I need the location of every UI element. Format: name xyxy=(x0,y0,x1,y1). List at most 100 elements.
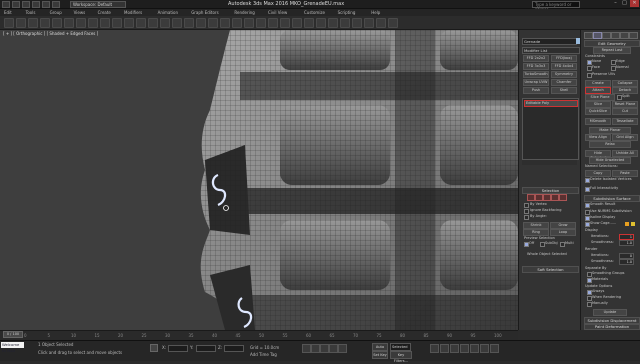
mirror-icon[interactable] xyxy=(268,18,278,28)
lock-selection-icon[interactable] xyxy=(150,344,158,352)
menu-item-edit[interactable]: Edit xyxy=(4,9,12,16)
previous-frame-icon[interactable] xyxy=(311,344,320,353)
grow-button[interactable]: Grow xyxy=(550,222,576,229)
go-to-end-icon[interactable] xyxy=(338,344,347,353)
subdivision-displacement-rollout[interactable]: Subdivision Displacement xyxy=(584,317,640,324)
keyboard-shortcut-override-icon[interactable] xyxy=(196,18,206,28)
y-coordinate-field[interactable] xyxy=(196,345,216,352)
repeat-last-button[interactable]: Repeat Last xyxy=(593,47,631,54)
menu-item-animation[interactable]: Animation xyxy=(158,9,178,16)
angle-snap-icon[interactable] xyxy=(220,18,230,28)
percent-snap-icon[interactable] xyxy=(232,18,242,28)
undo-icon[interactable] xyxy=(4,18,14,28)
use-pivot-center-icon[interactable] xyxy=(172,18,182,28)
modifier-button-ffd-3x3x3[interactable]: FFD 3x3x3 xyxy=(523,63,549,70)
toggle-layer-explorer-icon[interactable] xyxy=(304,18,314,28)
display-smoothness-input[interactable]: 1.0 xyxy=(619,240,634,246)
modifier-list-dropdown[interactable]: Modifier List xyxy=(522,47,580,54)
element-mode-icon[interactable] xyxy=(559,194,567,201)
x-coordinate-field[interactable] xyxy=(168,345,188,352)
menu-item-create[interactable]: Create xyxy=(98,9,111,16)
unlink-icon[interactable] xyxy=(40,18,50,28)
save-file-icon[interactable] xyxy=(32,1,40,8)
border-mode-icon[interactable] xyxy=(543,194,551,201)
hide-selected-button[interactable]: Hide Selected xyxy=(585,150,611,160)
zoom-icon[interactable] xyxy=(430,344,439,353)
edit-geometry-rollout[interactable]: Edit Geometry xyxy=(584,40,640,47)
undo-icon[interactable] xyxy=(42,1,50,8)
bind-space-warp-icon[interactable] xyxy=(52,18,62,28)
select-and-rotate-icon[interactable] xyxy=(136,18,146,28)
snaps-toggle-icon[interactable] xyxy=(208,18,218,28)
field-of-view-icon[interactable] xyxy=(460,344,469,353)
modifier-button-ffd-4x4x4[interactable]: FFD 4x4x4 xyxy=(551,63,577,70)
msmooth-button[interactable]: MSmooth xyxy=(585,118,611,125)
play-icon[interactable] xyxy=(320,344,329,353)
maximize-viewport-icon[interactable] xyxy=(490,344,499,353)
display-tab-icon[interactable] xyxy=(620,32,629,39)
app-menu-icon[interactable] xyxy=(2,1,10,8)
view-align-button[interactable]: View Align xyxy=(585,134,611,141)
grid-align-button[interactable]: Grid Align xyxy=(612,134,638,141)
utilities-tab-icon[interactable] xyxy=(629,32,638,39)
menu-item-scripting[interactable]: Scripting xyxy=(338,9,356,16)
spinner-snap-icon[interactable] xyxy=(244,18,254,28)
curve-editor-icon[interactable] xyxy=(328,18,338,28)
modifier-button-chamfer[interactable]: Chamfer xyxy=(551,79,577,86)
open-file-icon[interactable] xyxy=(22,1,30,8)
motion-tab-icon[interactable] xyxy=(611,32,620,39)
copy-button[interactable]: Copy xyxy=(585,170,611,177)
update-button[interactable]: Update xyxy=(593,309,627,316)
time-slider[interactable]: 0 / 100 xyxy=(3,331,23,338)
viewport-label[interactable]: [ + ] [ Orthographic ] [ Shaded + Edged … xyxy=(3,31,98,36)
loop-button[interactable]: Loop xyxy=(550,229,576,236)
render-setup-icon[interactable] xyxy=(364,18,374,28)
search-input[interactable]: Type a keyword or phrase xyxy=(532,1,580,12)
stack-item-editable-poly[interactable]: Editable Poly xyxy=(524,100,578,107)
link-icon[interactable] xyxy=(28,18,38,28)
rectangular-selection-icon[interactable] xyxy=(100,18,110,28)
cage-color-swatch-1[interactable] xyxy=(625,222,629,226)
select-object-icon[interactable] xyxy=(76,18,86,28)
object-name-field[interactable]: Grenade xyxy=(522,38,577,45)
next-frame-icon[interactable] xyxy=(329,344,338,353)
paste-button[interactable]: Paste xyxy=(612,170,638,177)
add-time-tag[interactable]: Add Time Tag xyxy=(250,352,277,357)
menu-item-views[interactable]: Views xyxy=(74,9,86,16)
menu-item-tools[interactable]: Tools xyxy=(26,9,36,16)
key-filters-button[interactable]: Key Filters... xyxy=(390,351,412,363)
modifier-button-ffd-2x2x2[interactable]: FFD 2x2x2 xyxy=(523,55,549,62)
ignore-backfacing-checkbox[interactable] xyxy=(524,209,529,214)
modifier-button-symmetry[interactable]: Symmetry xyxy=(551,71,577,78)
menu-item-help[interactable]: Help xyxy=(371,9,380,16)
select-and-manipulate-icon[interactable] xyxy=(184,18,194,28)
modifier-stack[interactable]: Editable Poly xyxy=(522,98,579,160)
vertex-mode-icon[interactable] xyxy=(527,194,535,201)
modifier-button-ffd-box-[interactable]: FFD(box) xyxy=(551,55,577,62)
key-mode-dropdown[interactable]: Selected xyxy=(390,343,411,351)
menu-item-customize[interactable]: Customize xyxy=(304,9,325,16)
select-and-move-icon[interactable] xyxy=(124,18,134,28)
reference-coordinate-icon[interactable] xyxy=(160,18,170,28)
render-smoothness-input[interactable]: 1.0 xyxy=(619,259,634,265)
quickslice-button[interactable]: QuickSlice xyxy=(585,108,611,115)
pan-icon[interactable] xyxy=(470,344,479,353)
viewport[interactable]: [ + ] [ Orthographic ] [ Shaded + Edged … xyxy=(0,30,518,330)
modifier-button-unwrap-uvw[interactable]: Unwrap UVW xyxy=(523,79,549,86)
z-coordinate-field[interactable] xyxy=(224,345,244,352)
auto-key-button[interactable]: Auto Key xyxy=(372,343,388,355)
slice-button[interactable]: Slice xyxy=(585,101,611,108)
unhide-all-button[interactable]: Unhide All xyxy=(612,150,638,157)
make-planar-button[interactable]: Make Planar xyxy=(589,127,631,134)
shrink-button[interactable]: Shrink xyxy=(523,222,549,229)
select-by-name-icon[interactable] xyxy=(88,18,98,28)
relax-button[interactable]: Relax xyxy=(589,141,631,148)
tessellate-button[interactable]: Tessellate xyxy=(612,118,638,125)
modifier-button-turbosmooth[interactable]: TurboSmooth xyxy=(523,71,549,78)
menu-item-modifiers[interactable]: Modifiers xyxy=(124,9,142,16)
select-and-scale-icon[interactable] xyxy=(148,18,158,28)
attach-button[interactable]: Attach xyxy=(585,87,611,94)
render-production-icon[interactable] xyxy=(388,18,398,28)
hierarchy-tab-icon[interactable] xyxy=(602,32,611,39)
schematic-view-icon[interactable] xyxy=(340,18,350,28)
